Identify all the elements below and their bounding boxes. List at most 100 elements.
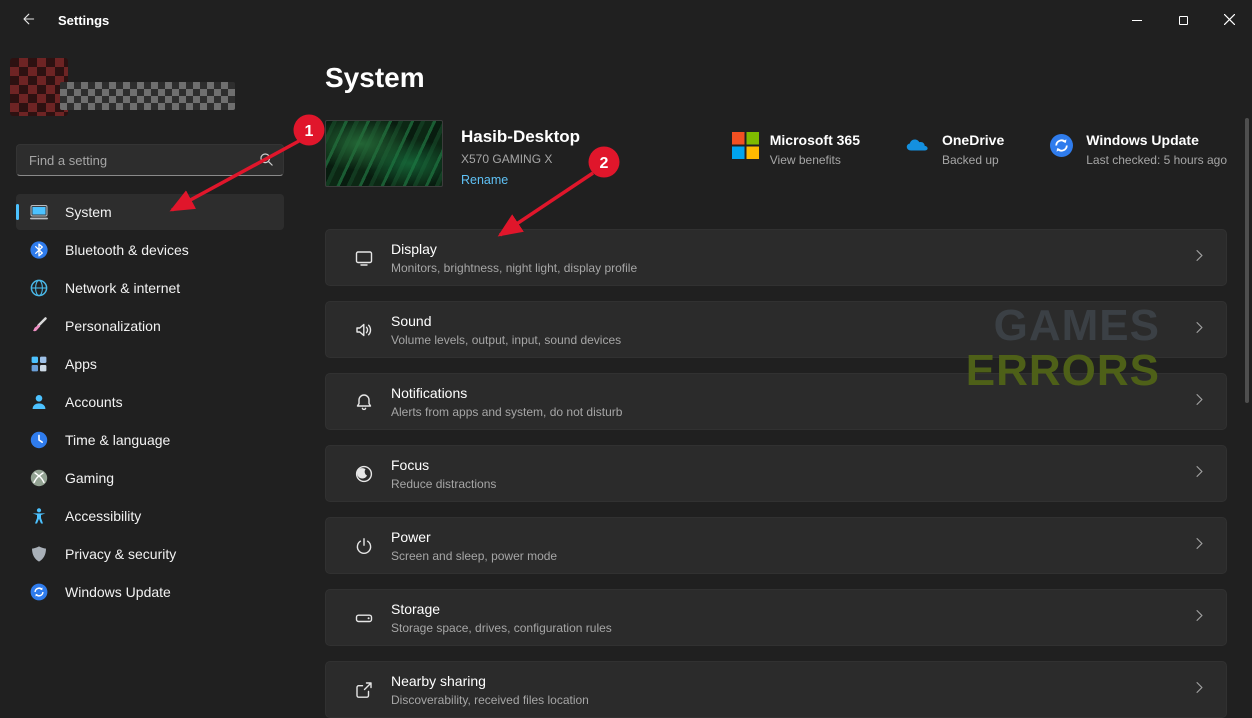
- sound-icon: [354, 320, 374, 340]
- card-title: Storage: [391, 601, 612, 617]
- status-card-windows-update[interactable]: Windows Update Last checked: 5 hours ago: [1048, 132, 1227, 189]
- sidebar-item-system[interactable]: System: [16, 194, 284, 230]
- search-input[interactable]: [16, 144, 284, 176]
- card-text: Notifications Alerts from apps and syste…: [391, 385, 622, 419]
- chevron-right-icon: [1193, 249, 1206, 267]
- card-title: Nearby sharing: [391, 673, 589, 689]
- search-box: [16, 144, 284, 176]
- status-cards: Microsoft 365 View benefits OneDrive Bac…: [732, 120, 1227, 189]
- chevron-right-icon: [1193, 537, 1206, 555]
- card-title: Display: [391, 241, 637, 257]
- rename-link[interactable]: Rename: [461, 173, 508, 187]
- sidebar-item-label: Bluetooth & devices: [65, 242, 189, 258]
- sidebar-item-personalization[interactable]: Personalization: [16, 308, 284, 344]
- card-subtitle: Discoverability, received files location: [391, 693, 589, 707]
- person-icon: [29, 392, 49, 412]
- back-button[interactable]: [8, 5, 48, 35]
- close-icon: [1224, 13, 1235, 28]
- sidebar-item-accounts[interactable]: Accounts: [16, 384, 284, 420]
- chevron-right-icon: [1193, 681, 1206, 699]
- shield-icon: [29, 544, 49, 564]
- sidebar-item-label: Privacy & security: [65, 546, 176, 562]
- sidebar-item-label: Time & language: [65, 432, 170, 448]
- focus-icon: [354, 464, 374, 484]
- sidebar-item-gaming[interactable]: Gaming: [16, 460, 284, 496]
- close-button[interactable]: [1206, 0, 1252, 40]
- globe-icon: [29, 278, 49, 298]
- sidebar-nav: System Bluetooth & devices Network & int…: [0, 194, 300, 610]
- sidebar-item-label: Accessibility: [65, 508, 141, 524]
- main-content: System Hasib-Desktop X570 GAMING X Renam…: [300, 40, 1252, 711]
- card-subtitle: Reduce distractions: [391, 477, 496, 491]
- settings-card-nearby-sharing[interactable]: Nearby sharing Discoverability, received…: [325, 661, 1227, 718]
- chevron-right-icon: [1193, 321, 1206, 339]
- settings-card-power[interactable]: Power Screen and sleep, power mode: [325, 517, 1227, 574]
- sidebar-item-label: Accounts: [65, 394, 123, 410]
- card-subtitle: Alerts from apps and system, do not dist…: [391, 405, 622, 419]
- sidebar-item-label: Windows Update: [65, 584, 171, 600]
- status-subtitle: Backed up: [942, 153, 1004, 167]
- status-subtitle: View benefits: [770, 153, 860, 167]
- status-card-onedrive[interactable]: OneDrive Backed up: [904, 132, 1004, 189]
- settings-card-notifications[interactable]: Notifications Alerts from apps and syste…: [325, 373, 1227, 430]
- chevron-right-icon: [1193, 465, 1206, 483]
- card-subtitle: Screen and sleep, power mode: [391, 549, 557, 563]
- xbox-icon: [29, 468, 49, 488]
- card-text: Sound Volume levels, output, input, soun…: [391, 313, 621, 347]
- user-profile[interactable]: [0, 40, 300, 144]
- system-icon: [29, 202, 49, 222]
- selection-indicator: [16, 204, 19, 220]
- titlebar: Settings: [0, 0, 1252, 40]
- sidebar-item-apps[interactable]: Apps: [16, 346, 284, 382]
- settings-list: Display Monitors, brightness, night ligh…: [325, 229, 1227, 718]
- card-subtitle: Volume levels, output, input, sound devi…: [391, 333, 621, 347]
- sidebar-item-time-language[interactable]: Time & language: [16, 422, 284, 458]
- card-text: Storage Storage space, drives, configura…: [391, 601, 612, 635]
- card-text: Power Screen and sleep, power mode: [391, 529, 557, 563]
- device-header: Hasib-Desktop X570 GAMING X Rename Micro…: [325, 120, 1227, 189]
- device-name: Hasib-Desktop: [461, 127, 580, 147]
- display-icon: [354, 248, 374, 268]
- windows-update-status-icon: [1048, 132, 1075, 159]
- sidebar-item-label: Network & internet: [65, 280, 180, 296]
- card-text: Focus Reduce distractions: [391, 457, 496, 491]
- settings-card-storage[interactable]: Storage Storage space, drives, configura…: [325, 589, 1227, 646]
- sidebar-item-label: System: [65, 204, 112, 220]
- accessibility-person-icon: [29, 506, 49, 526]
- minimize-button[interactable]: [1114, 0, 1160, 40]
- sidebar-item-network-internet[interactable]: Network & internet: [16, 270, 284, 306]
- scrollbar[interactable]: [1245, 118, 1249, 403]
- settings-card-sound[interactable]: Sound Volume levels, output, input, soun…: [325, 301, 1227, 358]
- card-text: Nearby sharing Discoverability, received…: [391, 673, 589, 707]
- update-icon: [29, 582, 49, 602]
- sidebar-item-label: Personalization: [65, 318, 161, 334]
- sidebar-item-label: Apps: [65, 356, 97, 372]
- power-icon: [354, 536, 374, 556]
- page-title: System: [325, 62, 1227, 94]
- bell-icon: [354, 392, 374, 412]
- status-subtitle: Last checked: 5 hours ago: [1086, 153, 1227, 167]
- card-title: Power: [391, 529, 557, 545]
- chevron-right-icon: [1193, 609, 1206, 627]
- status-card-microsoft-365[interactable]: Microsoft 365 View benefits: [732, 132, 860, 189]
- sidebar-item-windows-update[interactable]: Windows Update: [16, 574, 284, 610]
- status-title: Microsoft 365: [770, 132, 860, 148]
- sidebar-item-label: Gaming: [65, 470, 114, 486]
- apps-grid-icon: [29, 354, 49, 374]
- clock-icon: [29, 430, 49, 450]
- card-subtitle: Storage space, drives, configuration rul…: [391, 621, 612, 635]
- device-wallpaper-thumbnail: [325, 120, 443, 187]
- maximize-button[interactable]: [1160, 0, 1206, 40]
- microsoft-logo-icon: [732, 132, 759, 159]
- search-icon: [259, 152, 274, 172]
- minimize-icon: [1132, 20, 1142, 21]
- device-info: Hasib-Desktop X570 GAMING X Rename: [461, 120, 580, 189]
- settings-card-display[interactable]: Display Monitors, brightness, night ligh…: [325, 229, 1227, 286]
- sidebar-item-accessibility[interactable]: Accessibility: [16, 498, 284, 534]
- device-model: X570 GAMING X: [461, 152, 580, 166]
- maximize-icon: [1179, 16, 1188, 25]
- settings-card-focus[interactable]: Focus Reduce distractions: [325, 445, 1227, 502]
- status-title: OneDrive: [942, 132, 1004, 148]
- sidebar-item-privacy-security[interactable]: Privacy & security: [16, 536, 284, 572]
- sidebar-item-bluetooth-devices[interactable]: Bluetooth & devices: [16, 232, 284, 268]
